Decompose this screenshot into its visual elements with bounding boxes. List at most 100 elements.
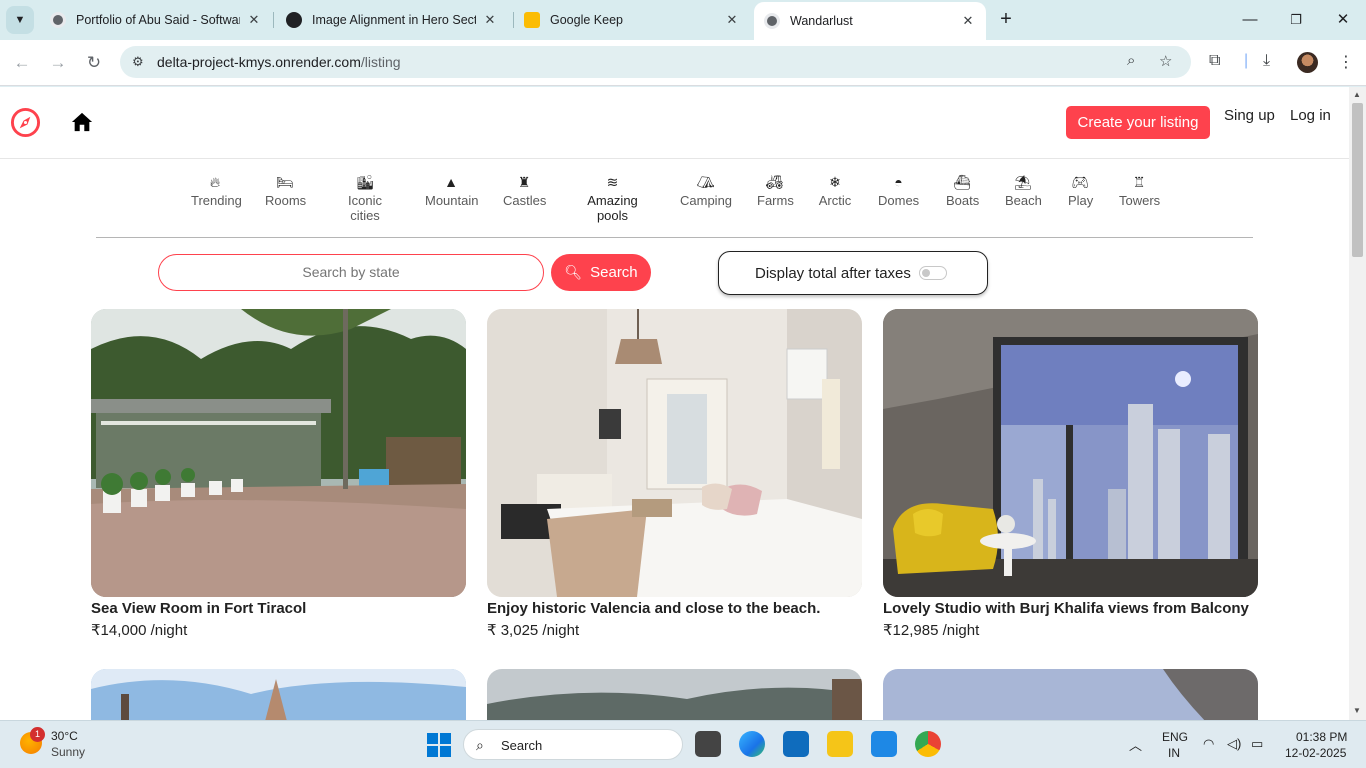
clock-time[interactable]: 01:38 PM bbox=[1296, 730, 1347, 744]
filter-trending[interactable]: 🔥︎ Trending bbox=[191, 173, 242, 208]
battery-icon[interactable]: ▭ bbox=[1251, 736, 1263, 752]
listing-card[interactable]: Lovely Studio with Burj Khalifa views fr… bbox=[883, 309, 1258, 639]
file-explorer-icon[interactable] bbox=[827, 731, 853, 757]
edge-icon[interactable] bbox=[739, 731, 765, 757]
language-bottom[interactable]: IN bbox=[1168, 746, 1180, 760]
listing-title[interactable]: Lovely Studio with Burj Khalifa views fr… bbox=[883, 600, 1258, 617]
listing-title[interactable]: Enjoy historic Valencia and close to the… bbox=[487, 600, 862, 617]
create-listing-button[interactable]: Create your listing bbox=[1066, 106, 1210, 139]
filter-domes[interactable]: ◓ Domes bbox=[878, 173, 919, 208]
filter-label: Camping bbox=[680, 193, 733, 208]
filter-camping[interactable]: ⛺︎ Camping bbox=[680, 173, 733, 208]
home-icon[interactable] bbox=[71, 111, 93, 133]
search-input[interactable]: Search by state bbox=[158, 254, 544, 291]
zoom-icon[interactable]: ⌕ bbox=[1127, 52, 1135, 69]
scrollbar-thumb[interactable] bbox=[1352, 103, 1363, 257]
url-text[interactable]: delta-project-kmys.onrender.com/listing bbox=[157, 54, 401, 70]
tab-search-chevron-icon[interactable]: ▼ bbox=[6, 6, 34, 34]
listing-image-partial[interactable] bbox=[487, 669, 862, 720]
listing-image-partial[interactable] bbox=[883, 669, 1258, 720]
close-icon[interactable]: ✕ bbox=[724, 12, 740, 28]
filter-boats[interactable]: ⛴︎ Boats bbox=[946, 173, 979, 208]
tab-wandarlust[interactable]: Wandarlust ✕ bbox=[754, 2, 986, 40]
tax-toggle-switch[interactable] bbox=[918, 266, 947, 280]
filter-rooms[interactable]: 🛏︎ Rooms bbox=[265, 173, 306, 208]
filter-mountain[interactable]: ▲ Mountain bbox=[425, 173, 479, 208]
tower-icon: ♖ bbox=[1132, 174, 1146, 190]
globe-icon bbox=[50, 12, 66, 28]
swimmer-icon: ≋ bbox=[606, 174, 619, 190]
volume-icon[interactable]: ◁) bbox=[1227, 736, 1241, 752]
bed-icon: 🛏︎ bbox=[276, 174, 294, 190]
signup-link[interactable]: Sing up bbox=[1224, 107, 1275, 124]
site-settings-icon[interactable]: ⚙ bbox=[132, 54, 144, 70]
outlook-icon[interactable] bbox=[783, 731, 809, 757]
back-icon[interactable]: ← bbox=[10, 51, 34, 75]
filter-label: Mountain bbox=[425, 193, 479, 208]
login-link[interactable]: Log in bbox=[1290, 107, 1331, 124]
filter-label: Castles bbox=[503, 193, 547, 208]
close-icon[interactable]: ✕ bbox=[960, 13, 976, 29]
window-close-icon[interactable]: ✕ bbox=[1331, 8, 1355, 32]
tax-toggle-label: Display total after taxes bbox=[755, 264, 911, 282]
search-button[interactable]: 🔍︎ Search bbox=[551, 254, 651, 291]
close-icon[interactable]: ✕ bbox=[246, 12, 262, 28]
listing-price: ₹ 3,025 /night bbox=[487, 622, 580, 639]
taskbar bbox=[0, 720, 1366, 768]
profile-avatar[interactable] bbox=[1297, 52, 1318, 73]
extensions-icon[interactable]: ⧉ bbox=[1209, 52, 1220, 70]
listing-image-partial[interactable] bbox=[91, 669, 466, 720]
chevron-up-icon[interactable]: ︿ bbox=[1129, 735, 1142, 754]
filter-amazing-pools[interactable]: ≋ Amazing pools bbox=[572, 173, 653, 223]
reload-icon[interactable]: ↻ bbox=[82, 51, 106, 75]
listing-card[interactable]: Sea View Room in Fort Tiracol ₹14,000 /n… bbox=[91, 309, 466, 639]
tab-image-alignment[interactable]: Image Alignment in Hero Sectio ✕ bbox=[276, 4, 508, 36]
tab-portfolio[interactable]: Portfolio of Abu Said - Software ✕ bbox=[40, 4, 272, 36]
tractor-icon: 🚜︎ bbox=[765, 174, 784, 190]
dome-icon: ◓ bbox=[894, 174, 903, 190]
compass-logo-icon[interactable] bbox=[10, 107, 41, 138]
umbrella-beach-icon: ⛱︎ bbox=[1014, 174, 1032, 190]
page-scrollbar[interactable]: ▲ ▼ bbox=[1349, 87, 1366, 720]
ship-icon: ⛴︎ bbox=[953, 174, 971, 190]
listing-image[interactable] bbox=[883, 309, 1258, 597]
listing-image[interactable] bbox=[91, 309, 466, 597]
vscode-icon[interactable] bbox=[871, 731, 897, 757]
bookmark-star-icon[interactable]: ☆ bbox=[1159, 52, 1172, 70]
task-view-icon[interactable] bbox=[695, 731, 721, 757]
restore-icon[interactable]: ❐ bbox=[1284, 8, 1308, 32]
listing-title[interactable]: Sea View Room in Fort Tiracol bbox=[91, 600, 466, 617]
filter-iconic-cities[interactable]: 🏙︎ Iconic cities bbox=[332, 173, 398, 223]
filter-label: Amazing pools bbox=[587, 193, 638, 223]
language-top[interactable]: ENG bbox=[1162, 730, 1188, 744]
taskbar-search[interactable]: ⌕ Search bbox=[463, 729, 683, 760]
listing-card[interactable]: Enjoy historic Valencia and close to the… bbox=[487, 309, 862, 639]
weather-condition[interactable]: Sunny bbox=[51, 745, 85, 759]
gamepad-icon: 🎮︎ bbox=[1071, 174, 1089, 190]
menu-kebab-icon[interactable]: ⋮ bbox=[1338, 52, 1354, 72]
filter-divider bbox=[96, 237, 1253, 238]
filter-beach[interactable]: ⛱︎ Beach bbox=[1005, 173, 1042, 208]
filter-label: Play bbox=[1068, 193, 1094, 208]
weather-temperature[interactable]: 30°C bbox=[51, 729, 78, 743]
filter-castles[interactable]: ♜ Castles bbox=[503, 173, 547, 208]
filter-towers[interactable]: ♖ Towers bbox=[1119, 173, 1160, 208]
scroll-down-icon[interactable]: ▼ bbox=[1353, 706, 1361, 715]
close-icon[interactable]: ✕ bbox=[482, 12, 498, 28]
clock-date[interactable]: 12-02-2025 bbox=[1285, 746, 1346, 760]
filter-play[interactable]: 🎮︎ Play bbox=[1068, 173, 1094, 208]
chrome-icon[interactable] bbox=[915, 731, 941, 757]
scroll-up-icon[interactable]: ▲ bbox=[1353, 90, 1361, 99]
windows-start-icon[interactable] bbox=[427, 733, 451, 757]
filter-arctic[interactable]: ❄ Arctic bbox=[818, 173, 852, 208]
forward-icon[interactable]: → bbox=[46, 51, 70, 75]
listing-image[interactable] bbox=[487, 309, 862, 597]
minimize-icon[interactable]: — bbox=[1238, 8, 1262, 32]
wifi-icon[interactable]: ◠ bbox=[1203, 736, 1214, 752]
download-icon[interactable]: ⤓ bbox=[1263, 52, 1270, 70]
address-bar[interactable]: ⚙ delta-project-kmys.onrender.com/listin… bbox=[120, 46, 1191, 78]
filter-farms[interactable]: 🚜︎ Farms bbox=[757, 173, 794, 208]
tab-google-keep[interactable]: Google Keep ✕ bbox=[514, 4, 750, 36]
new-tab-icon[interactable]: + bbox=[994, 8, 1018, 32]
listing-price: ₹14,000 /night bbox=[91, 622, 188, 639]
